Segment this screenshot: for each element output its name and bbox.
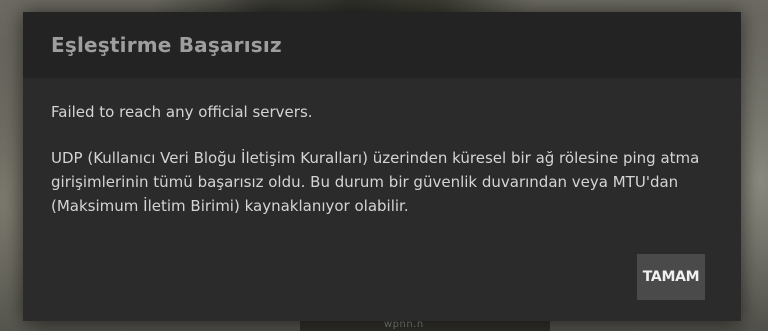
error-message-details: UDP (Kullanıcı Veri Bloğu İletişim Kural… — [51, 149, 700, 215]
error-message-short: Failed to reach any official servers. — [51, 103, 313, 121]
ok-button[interactable]: TAMAM — [637, 254, 705, 300]
dialog-header: Eşleştirme Başarısız — [23, 12, 741, 78]
error-dialog: Eşleştirme Başarısız Failed to reach any… — [23, 12, 741, 321]
dialog-body: Failed to reach any official servers. UD… — [23, 78, 741, 218]
dialog-title: Eşleştirme Başarısız — [51, 33, 282, 57]
